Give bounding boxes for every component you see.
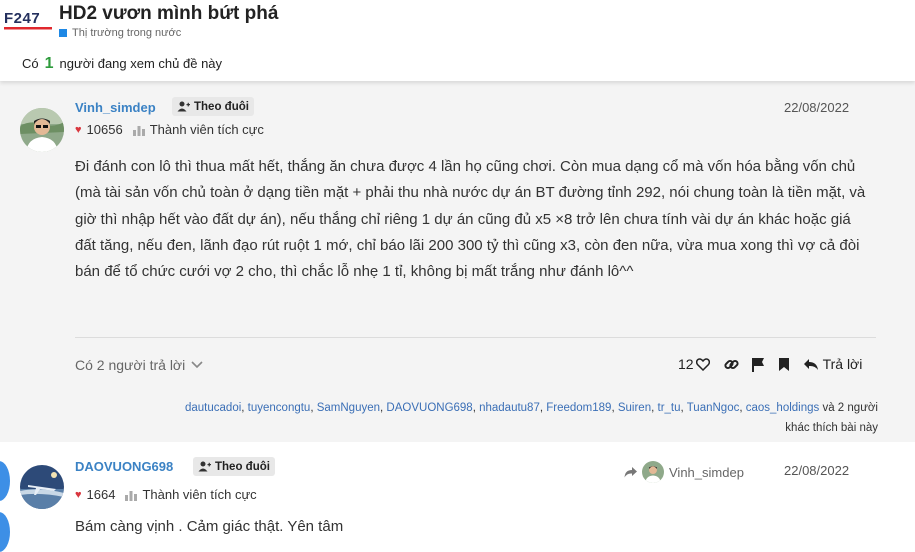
- reply-label: Trả lời: [822, 356, 863, 372]
- user-stats: ♥ 10656 Thành viên tích cực: [75, 122, 264, 137]
- viewers-prefix: Có: [22, 56, 39, 71]
- likers-suffix-b: khác thích bài này: [785, 422, 878, 434]
- reply-to-username: Vinh_simdep: [669, 464, 744, 480]
- page-title: HD2 vươn mình bứt phá: [59, 3, 279, 24]
- post-actions: 12 Trả lời: [678, 356, 862, 372]
- heart-outline-icon: [695, 357, 710, 371]
- follow-button[interactable]: Theo đuôi: [193, 457, 275, 476]
- liker-link[interactable]: SamNguyen: [317, 402, 380, 414]
- reply-button[interactable]: Trả lời: [803, 356, 863, 372]
- post: Vinh_simdep Theo đuôi ♥ 10656 Thành viên…: [0, 81, 915, 442]
- viewers-indicator: Có 1 người đang xem chủ đề này: [22, 55, 222, 73]
- reputation-count: 10656: [86, 122, 123, 137]
- chevron-down-icon: [191, 361, 203, 369]
- category-color-square: [59, 29, 67, 37]
- heart-icon: ♥: [75, 123, 82, 136]
- rank-icon: [125, 489, 138, 501]
- viewers-count: 1: [44, 55, 54, 72]
- like-count: 12: [678, 356, 694, 372]
- post-date[interactable]: 22/08/2022: [784, 100, 849, 115]
- replies-label: Có 2 người trả lời: [75, 357, 186, 373]
- side-avatar-partial[interactable]: [0, 461, 10, 501]
- avatar[interactable]: [20, 108, 64, 152]
- follow-label: Theo đuôi: [194, 100, 249, 113]
- rank-label: Thành viên tích cực: [149, 122, 264, 137]
- user-plus-icon: [177, 101, 190, 112]
- rank-icon: [132, 124, 145, 136]
- side-avatar-partial[interactable]: [0, 512, 10, 552]
- category-badge[interactable]: Thị trường trong nước: [59, 27, 181, 39]
- svg-text:F247: F247: [4, 10, 40, 27]
- share-arrow-icon: [624, 466, 637, 478]
- bookmark-icon[interactable]: [778, 357, 790, 372]
- link-icon[interactable]: [724, 357, 739, 372]
- reply-to-indicator[interactable]: Vinh_simdep: [624, 461, 744, 483]
- liker-link[interactable]: tuyencongtu: [248, 402, 311, 414]
- category-label: Thị trường trong nước: [72, 27, 182, 39]
- liker-link[interactable]: DAOVUONG698: [386, 402, 472, 414]
- liker-link[interactable]: Freedom189: [546, 402, 611, 414]
- avatar[interactable]: [20, 465, 64, 509]
- liker-link[interactable]: TuanNgoc: [687, 402, 740, 414]
- liker-link[interactable]: Suiren: [618, 402, 651, 414]
- liker-link[interactable]: tr_tu: [658, 402, 681, 414]
- post-date[interactable]: 22/08/2022: [784, 463, 849, 478]
- replies-toggle[interactable]: Có 2 người trả lời: [75, 357, 203, 373]
- liker-link[interactable]: caos_holdings: [746, 402, 820, 414]
- post-username[interactable]: DAOVUONG698: [75, 459, 173, 474]
- rank-label: Thành viên tích cực: [142, 487, 257, 502]
- user-stats: ♥ 1664 Thành viên tích cực: [75, 487, 257, 502]
- likers-list: dautucadoi, tuyencongtu, SamNguyen, DAOV…: [185, 402, 878, 434]
- post-divider: [75, 337, 876, 338]
- post-content: Bám càng vịnh . Cảm giác thật. Yên tâm: [75, 518, 344, 535]
- topic-header: F247 HD2 vươn mình bứt phá Thị trường tr…: [0, 0, 915, 81]
- follow-label: Theo đuôi: [215, 460, 270, 473]
- liker-link[interactable]: nhadautu87: [479, 402, 540, 414]
- reputation-count: 1664: [86, 487, 116, 502]
- like-button[interactable]: 12: [678, 356, 710, 372]
- reply-icon: [803, 358, 819, 371]
- post-content: Đi đánh con lô thì thua mất hết, thắng ă…: [75, 158, 866, 281]
- post-username[interactable]: Vinh_simdep: [75, 100, 156, 115]
- post: DAOVUONG698 Theo đuôi ♥ 1664 Thành viên …: [0, 442, 915, 552]
- liker-link[interactable]: dautucadoi: [185, 402, 241, 414]
- flag-icon[interactable]: [751, 357, 765, 372]
- site-logo[interactable]: F247: [4, 8, 54, 32]
- follow-button[interactable]: Theo đuôi: [172, 97, 254, 116]
- user-plus-icon: [198, 461, 211, 472]
- reply-to-avatar: [642, 461, 664, 483]
- likers-suffix-a: và 2 người: [822, 402, 878, 414]
- viewers-suffix: người đang xem chủ đề này: [59, 56, 223, 71]
- heart-icon: ♥: [75, 488, 82, 501]
